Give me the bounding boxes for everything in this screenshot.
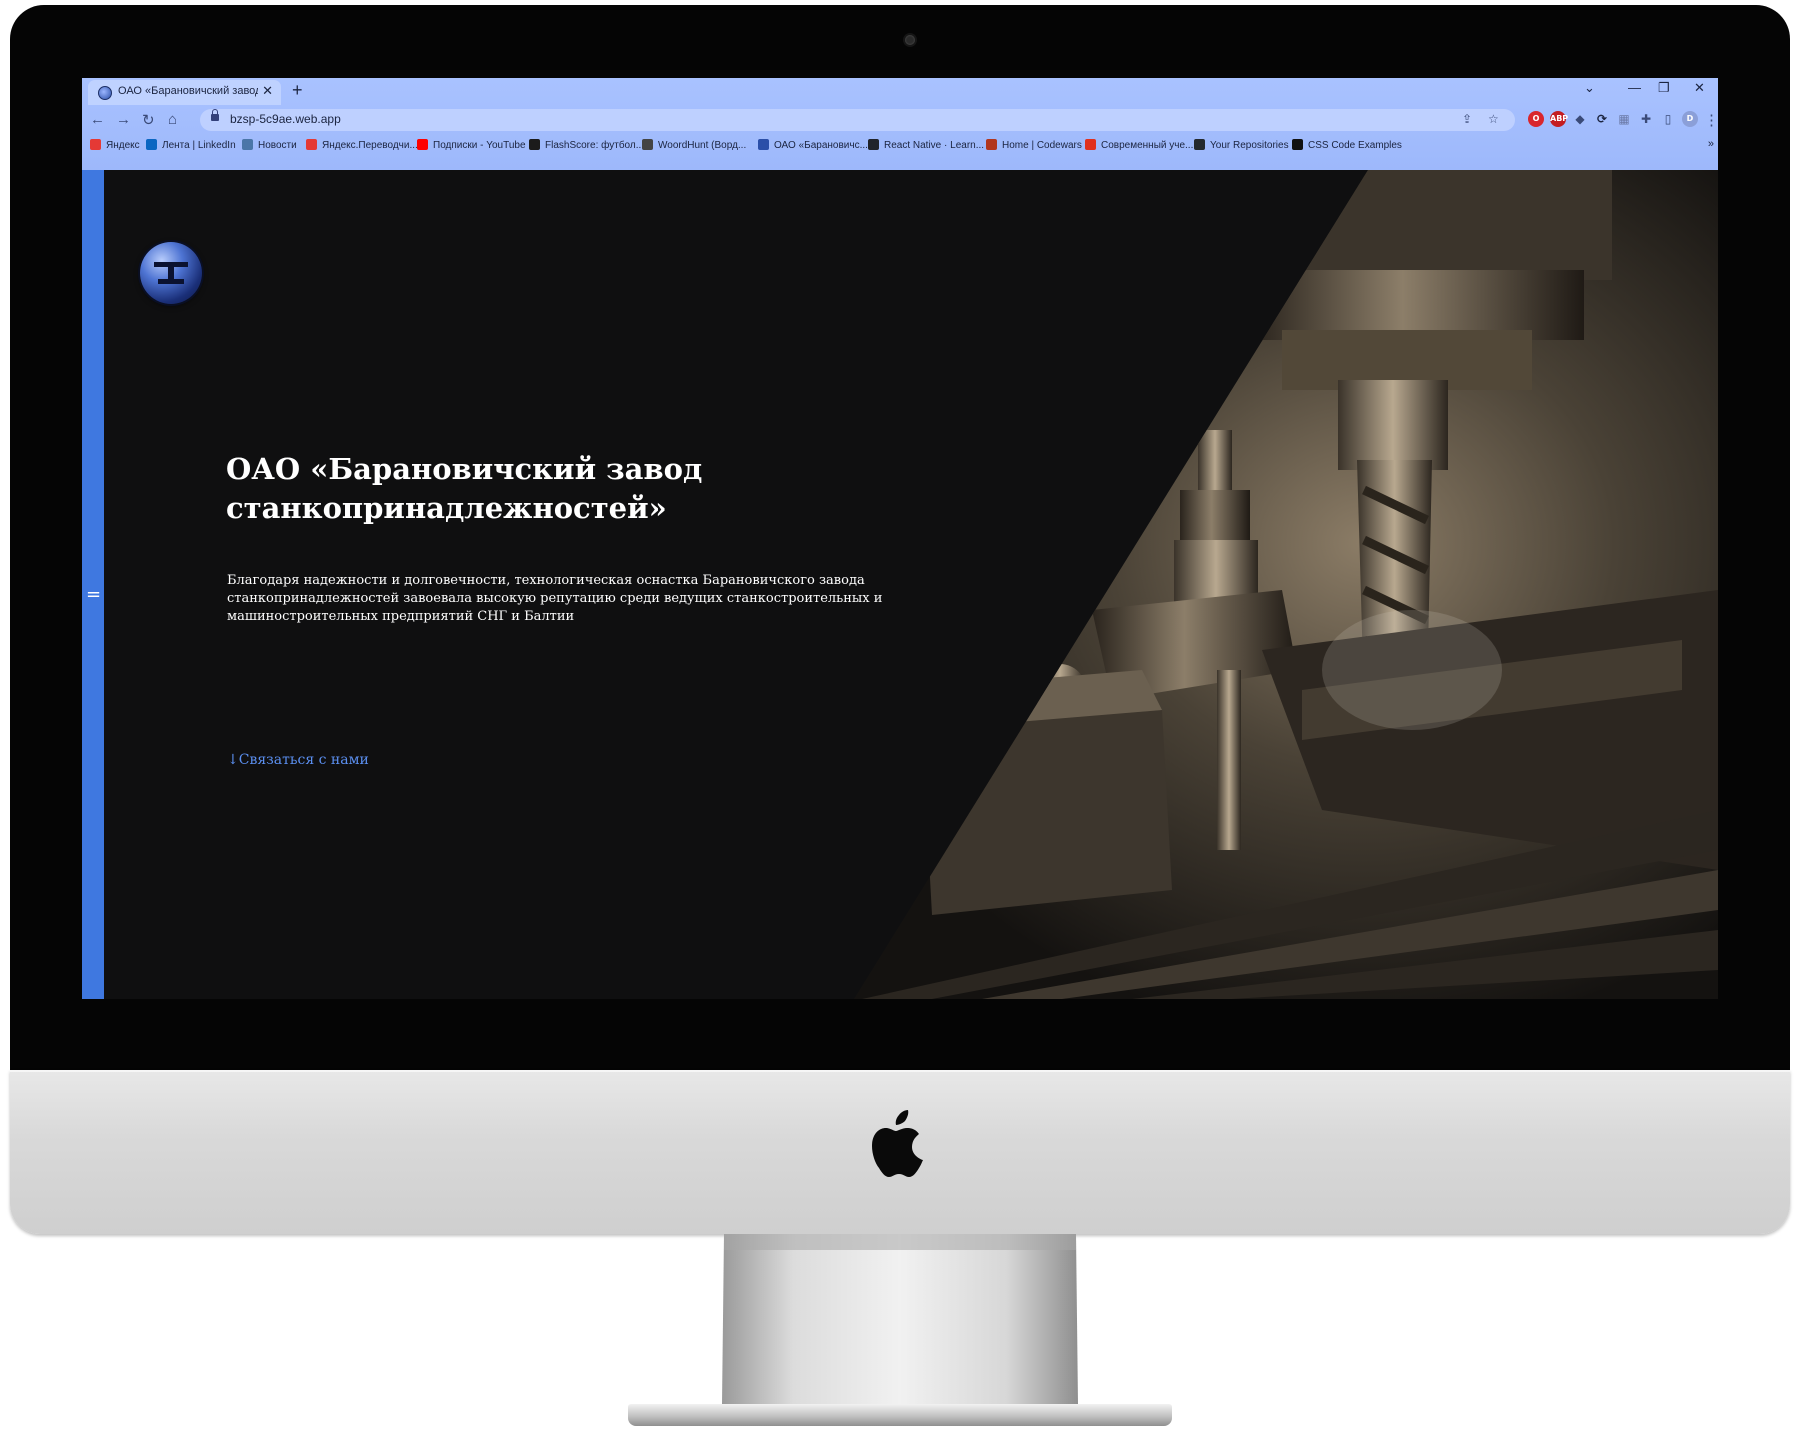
sync-ext-icon[interactable]: ⟳: [1594, 111, 1610, 127]
side-menu-rail[interactable]: =: [82, 170, 104, 999]
bookmark-label: CSS Code Examples: [1308, 140, 1402, 151]
bookmark-item[interactable]: FlashScore: футбол...: [529, 139, 644, 155]
bookmark-label: Your Repositories: [1210, 140, 1289, 151]
apple-logo-icon: [872, 1110, 923, 1177]
bookmark-item[interactable]: CSS Code Examples: [1292, 139, 1402, 155]
hero-description: Благодаря надежности и долговечности, те…: [227, 573, 883, 624]
bookmark-favicon-icon: [417, 139, 428, 150]
bookmark-item[interactable]: Home | Codewars: [986, 139, 1082, 155]
bookmark-favicon-icon: [868, 139, 879, 150]
close-window-button[interactable]: ✕: [1694, 80, 1705, 96]
reload-button[interactable]: ↻: [142, 111, 155, 129]
bookmark-label: WoordHunt (Ворд...: [658, 140, 747, 151]
logo-mark-icon: [154, 262, 188, 284]
bookmark-item[interactable]: Современный уче...: [1085, 139, 1193, 155]
grid-ext-icon[interactable]: ▦: [1616, 111, 1632, 127]
monitor-stand-base: [628, 1404, 1172, 1426]
bookmark-favicon-icon: [529, 139, 540, 150]
bookmark-label: Яндекс.Переводчи...: [322, 140, 418, 151]
puzzle-ext-icon[interactable]: ✚: [1638, 111, 1654, 127]
menu-toggle-icon[interactable]: =: [86, 584, 101, 605]
bookmark-favicon-icon: [90, 139, 101, 150]
bookmark-label: React Native · Learn...: [884, 140, 985, 151]
monitor-stand: [722, 1234, 1078, 1404]
imac-mockup: ОАО «Барановичский завод ст ✕ + ⌄ — ❐ ✕ …: [0, 0, 1800, 1449]
company-logo[interactable]: [140, 242, 202, 304]
tab-title: ОАО «Барановичский завод ст: [118, 85, 258, 97]
browser-chrome: ОАО «Барановичский завод ст ✕ + ⌄ — ❐ ✕ …: [82, 78, 1718, 170]
bookmark-item[interactable]: Яндекс: [90, 139, 140, 155]
restore-button[interactable]: ❐: [1658, 80, 1670, 96]
share-icon[interactable]: ⇪: [1462, 112, 1472, 126]
browser-menu-icon[interactable]: ⋮: [1704, 111, 1718, 129]
bookmark-item[interactable]: WoordHunt (Ворд...: [642, 139, 746, 155]
bookmark-label: FlashScore: футбол...: [545, 140, 645, 151]
url-text[interactable]: bzsp-5c9ae.web.app: [230, 112, 341, 126]
bookmark-favicon-icon: [758, 139, 769, 150]
bookmark-favicon-icon: [642, 139, 653, 150]
browser-tab[interactable]: ОАО «Барановичский завод ст ✕: [88, 80, 281, 105]
bookmark-favicon-icon: [986, 139, 997, 150]
browser-toolbar: ← → ↻ ⌂ bzsp-5c9ae.web.app ⇪ ☆ O ABP ◆ ⟳ ▦ ✚ ▯…: [82, 105, 1718, 135]
tab-close-icon[interactable]: ✕: [262, 83, 273, 99]
bookmarks-overflow-icon[interactable]: »: [1708, 138, 1714, 150]
bookmark-favicon-icon: [1292, 139, 1303, 150]
bookmark-star-icon[interactable]: ☆: [1488, 112, 1499, 126]
shield-ext-icon[interactable]: ◆: [1572, 111, 1588, 127]
bookmark-item[interactable]: Лента | LinkedIn: [146, 139, 236, 155]
screen: ОАО «Барановичский завод ст ✕ + ⌄ — ❐ ✕ …: [82, 78, 1718, 999]
bookmark-favicon-icon: [306, 139, 317, 150]
tab-search-icon[interactable]: ⌄: [1584, 80, 1595, 96]
bookmark-item[interactable]: Новости: [242, 139, 297, 155]
hero-title: ОАО «Барановичский завод станкопринадлеж…: [226, 452, 703, 525]
home-button[interactable]: ⌂: [168, 111, 177, 128]
bookmark-item[interactable]: Подписки - YouTube: [417, 139, 526, 155]
contact-us-link[interactable]: ↓Связаться с нами: [227, 752, 369, 768]
bookmark-label: Современный уче...: [1101, 140, 1194, 151]
bookmark-label: Home | Codewars: [1002, 140, 1082, 151]
minimize-button[interactable]: —: [1628, 80, 1641, 95]
address-bar[interactable]: bzsp-5c9ae.web.app ⇪ ☆: [200, 109, 1515, 131]
bookmark-label: Подписки - YouTube: [433, 140, 526, 151]
sidepanel-ext-icon[interactable]: ▯: [1660, 111, 1676, 127]
lock-icon[interactable]: [211, 109, 219, 121]
back-button[interactable]: ←: [90, 111, 105, 128]
site-favicon-icon: [98, 86, 112, 100]
bookmark-label: ОАО «Барановичс...: [774, 140, 868, 151]
bookmarks-bar: » Яндекс Лента | LinkedIn Новости Яндекс.Пе…: [82, 135, 1718, 157]
bookmark-item[interactable]: Яндекс.Переводчи...: [306, 139, 418, 155]
bookmark-favicon-icon: [242, 139, 253, 150]
bookmark-favicon-icon: [1085, 139, 1096, 150]
bookmark-item[interactable]: Your Repositories: [1194, 139, 1289, 155]
bookmark-label: Лента | LinkedIn: [162, 140, 236, 151]
bookmark-favicon-icon: [1194, 139, 1205, 150]
bookmark-item[interactable]: React Native · Learn...: [868, 139, 984, 155]
forward-button[interactable]: →: [116, 111, 131, 128]
bookmark-favicon-icon: [146, 139, 157, 150]
bookmark-label: Новости: [258, 140, 297, 151]
website-page: = ОАО «Барановичский завод станкопринадл…: [82, 170, 1718, 999]
tab-strip: ОАО «Барановичский завод ст ✕ + ⌄ — ❐ ✕: [82, 78, 1718, 105]
bookmark-label: Яндекс: [106, 140, 140, 151]
adblock-ext-icon[interactable]: ABP: [1550, 111, 1568, 127]
profile-avatar-icon[interactable]: D: [1682, 111, 1698, 127]
bookmark-item[interactable]: ОАО «Барановичс...: [758, 139, 868, 155]
new-tab-button[interactable]: +: [292, 80, 303, 101]
camera-icon: [905, 35, 915, 45]
opera-ext-icon[interactable]: O: [1528, 111, 1544, 127]
